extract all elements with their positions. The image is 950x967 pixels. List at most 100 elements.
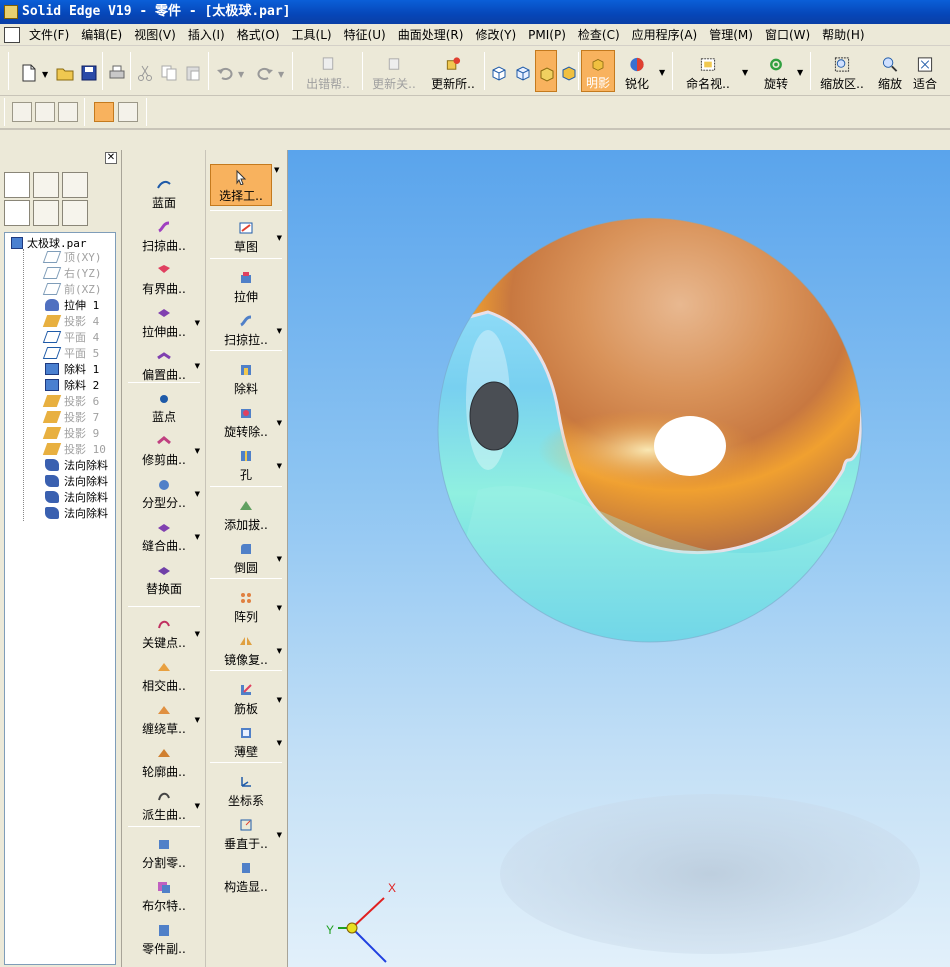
thin-wall-button[interactable]: 薄壁 ▼ (208, 721, 284, 763)
update-all-button[interactable]: 更新所.. (424, 50, 482, 92)
tree-item-project-9[interactable]: 投影 9 (42, 425, 99, 441)
trim-surface-button[interactable]: 修剪曲.. ▼ (126, 429, 202, 471)
redo-dropdown-icon[interactable]: ▼ (278, 70, 284, 79)
document-icon[interactable] (4, 26, 20, 43)
select-type-button-1[interactable] (12, 102, 32, 122)
copy-icon[interactable] (160, 64, 178, 82)
new-dropdown-icon[interactable]: ▼ (42, 70, 48, 79)
tree-item-plane-5[interactable]: 平面 5 (42, 345, 99, 361)
dropdown-icon[interactable]: ▼ (195, 533, 200, 541)
tree-item-project-7[interactable]: 投影 7 (42, 409, 99, 425)
menu-window[interactable]: 窗口(W) (759, 24, 816, 46)
dropdown-icon[interactable]: ▼ (195, 802, 200, 810)
stitched-surface-button[interactable]: 缝合曲.. ▼ (126, 515, 202, 557)
derived-curve-button[interactable]: 派生曲.. ▼ (126, 784, 202, 826)
mirror-copy-button[interactable]: 镜像复.. ▼ (208, 629, 284, 671)
tree-item-project-6[interactable]: 投影 6 (42, 393, 99, 409)
dropdown-icon[interactable]: ▼ (195, 490, 200, 498)
dark-eye-hole[interactable] (469, 381, 519, 451)
dropdown-icon[interactable]: ▼ (195, 630, 200, 638)
named-view-dropdown-icon[interactable]: ▼ (742, 68, 748, 77)
rib-button[interactable]: 筋板 ▼ (208, 678, 284, 720)
new-file-icon[interactable] (20, 64, 38, 82)
wireframe-view-icon[interactable] (490, 64, 508, 82)
menu-modify[interactable]: 修改(Y) (469, 24, 522, 46)
dropdown-icon[interactable]: ▼ (277, 234, 282, 242)
pathfinder-tab-icon[interactable] (4, 200, 30, 226)
tree-item-protrusion-1[interactable]: 拉伸 1 (45, 297, 99, 313)
revolved-cutout-button[interactable]: 旋转除.. ▼ (208, 401, 284, 443)
select-type-button-2[interactable] (35, 102, 55, 122)
view-triad[interactable]: X Y (326, 881, 396, 963)
sketch-button[interactable]: 草图 ▼ (208, 216, 284, 258)
pattern-button[interactable]: 阵列 ▼ (208, 586, 284, 628)
open-folder-icon[interactable] (56, 64, 74, 82)
light-eye-hole[interactable] (654, 416, 726, 476)
round-button[interactable]: 倒圆 ▼ (208, 537, 284, 579)
fit-button[interactable]: 适合 (910, 50, 940, 92)
rotate-dropdown-icon[interactable]: ▼ (797, 68, 803, 77)
menu-pmi[interactable]: PMI(P) (522, 24, 572, 46)
menu-applications[interactable]: 应用程序(A) (626, 24, 704, 46)
update-related-button[interactable]: 更新关.. (366, 50, 422, 92)
wrap-sketch-button[interactable]: 缠绕草.. ▼ (126, 698, 202, 740)
dropdown-icon[interactable]: ▼ (277, 555, 282, 563)
dropdown-icon[interactable]: ▼ (277, 831, 282, 839)
extruded-surface-button[interactable]: 拉伸曲.. ▼ (126, 301, 202, 343)
tree-item-cutout-2[interactable]: 除料 2 (45, 377, 99, 393)
close-icon[interactable]: ✕ (105, 152, 117, 164)
menu-manage[interactable]: 管理(M) (703, 24, 759, 46)
dropdown-icon[interactable]: ▼ (277, 647, 282, 655)
tree-item-front-plane[interactable]: 前(XZ) (42, 281, 102, 297)
sharpen-button[interactable]: 锐化 (619, 50, 655, 92)
dropdown-icon[interactable]: ▼ (195, 362, 200, 370)
dropdown-icon[interactable]: ▼ (277, 696, 282, 704)
select-tool-button[interactable]: 选择工.. (210, 164, 272, 206)
swept-surface-button[interactable]: 扫掠曲.. (126, 215, 202, 257)
dropdown-icon[interactable]: ▼ (195, 447, 200, 455)
blue-surface-button[interactable]: 蓝面 (126, 172, 202, 214)
sharpen-dropdown-icon[interactable]: ▼ (659, 68, 665, 77)
select-tool-dropdown-icon[interactable]: ▼ (274, 166, 279, 174)
cut-icon[interactable] (136, 64, 154, 82)
feature-library-tab-icon[interactable] (33, 200, 59, 226)
error-assistant-button[interactable]: 出错帮.. (298, 50, 358, 92)
parting-split-button[interactable]: 分型分.. ▼ (126, 472, 202, 514)
viewport-canvas[interactable]: X Y (288, 150, 950, 967)
contour-curve-button[interactable]: 轮廓曲.. (126, 741, 202, 783)
replace-face-button[interactable]: 替换面 (126, 558, 202, 600)
bounded-surface-button[interactable]: 有界曲.. (126, 258, 202, 300)
undo-icon[interactable] (216, 64, 234, 82)
visible-edges-icon[interactable] (514, 64, 532, 82)
cutout-button[interactable]: 除料 (208, 358, 284, 400)
dropdown-icon[interactable]: ▼ (195, 716, 200, 724)
swept-protrusion-button[interactable]: 扫掠拉.. ▼ (208, 309, 284, 351)
menu-help[interactable]: 帮助(H) (816, 24, 870, 46)
menu-edit[interactable]: 编辑(E) (75, 24, 128, 46)
menu-view[interactable]: 视图(V) (128, 24, 182, 46)
named-view-button[interactable]: 命名视.. (678, 50, 738, 92)
save-icon[interactable] (80, 64, 98, 82)
tree-item-normal-cutout[interactable]: 法向除料 (45, 457, 108, 473)
tree-item-normal-cutout[interactable]: 法向除料 (45, 473, 108, 489)
select-filter-button-1[interactable] (94, 102, 114, 122)
sensors-tab-icon[interactable] (33, 172, 59, 198)
tree-item-top-plane[interactable]: 顶(XY) (42, 249, 102, 265)
protrusion-button[interactable]: 拉伸 (208, 266, 284, 308)
dropdown-icon[interactable]: ▼ (277, 327, 282, 335)
zoom-button[interactable]: 缩放 (872, 50, 908, 92)
dropdown-icon[interactable]: ▼ (277, 604, 282, 612)
keypoint-curve-button[interactable]: 关键点.. ▼ (126, 612, 202, 654)
dropdown-icon[interactable]: ▼ (195, 319, 200, 327)
menu-tools[interactable]: 工具(L) (286, 24, 338, 46)
tree-item-normal-cutout[interactable]: 法向除料 (45, 489, 108, 505)
tree-item-right-plane[interactable]: 右(YZ) (42, 265, 102, 281)
tree-item-project-4[interactable]: 投影 4 (42, 313, 99, 329)
add-draft-button[interactable]: 添加拔.. (208, 494, 284, 536)
tree-item-cutout-1[interactable]: 除料 1 (45, 361, 99, 377)
normal-to-button[interactable]: 垂直于.. ▼ (208, 813, 284, 855)
shaded-edges-button[interactable] (535, 50, 557, 92)
graphics-viewport[interactable]: X Y (288, 150, 950, 967)
intersection-curve-button[interactable]: 相交曲.. (126, 655, 202, 697)
menu-features[interactable]: 特征(U) (338, 24, 392, 46)
